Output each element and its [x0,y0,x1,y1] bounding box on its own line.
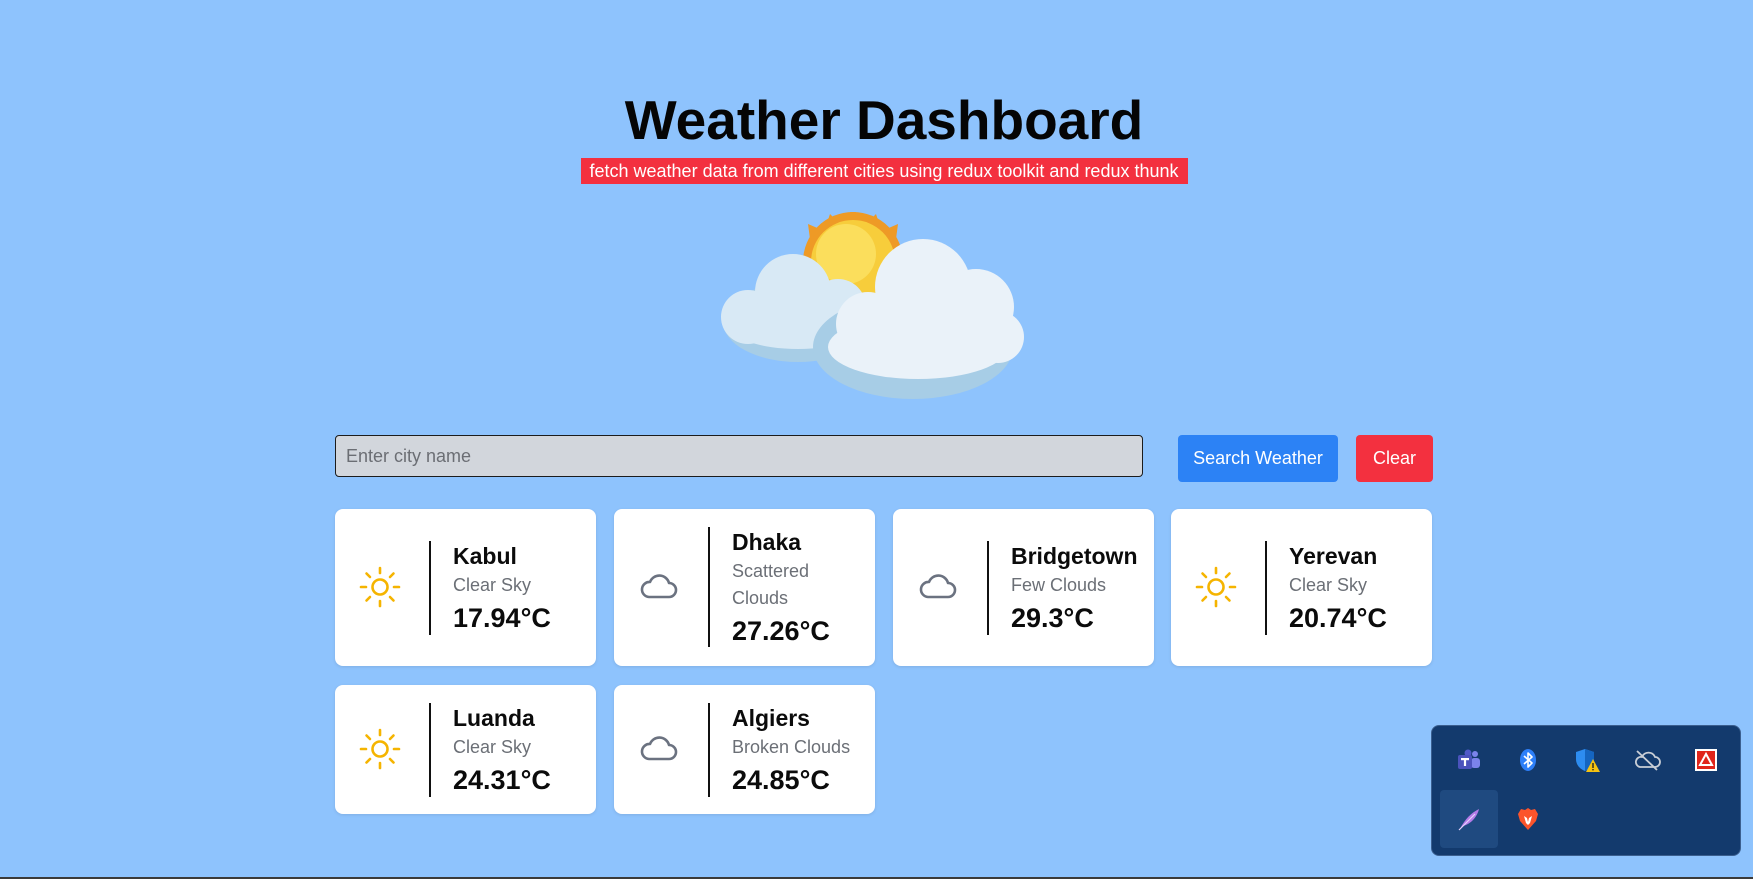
temperature: 29.3°C [1011,603,1094,633]
city-name: Luanda [453,705,535,731]
card-divider [429,703,431,797]
brave-icon[interactable] [1499,790,1557,848]
cloud-icon [919,574,957,599]
adobe-icon[interactable] [1677,731,1735,789]
page-subtitle: fetch weather data from different cities… [580,158,1188,184]
weather-card-luanda: Luanda Clear Sky 24.31°C [335,685,596,814]
card-divider [429,541,431,635]
cloud-icon [640,574,678,599]
city-name: Yerevan [1289,543,1378,569]
onedrive-icon[interactable] [1618,731,1676,789]
temperature: 24.85°C [732,765,830,795]
teams-icon[interactable] [1440,731,1498,789]
system-tray-overflow [1431,725,1741,856]
weather-card-yerevan: Yerevan Clear Sky 20.74°C [1171,509,1432,666]
clear-button[interactable]: Clear [1356,435,1433,482]
temperature: 20.74°C [1289,603,1387,633]
bluetooth-icon[interactable] [1499,731,1557,789]
weather-card-dhaka: Dhaka Scattered Clouds 27.26°C [614,509,875,666]
weather-description: Few Clouds [1011,575,1107,595]
temperature: 17.94°C [453,603,551,633]
weather-description: Clear Sky [1289,575,1368,595]
card-divider [708,703,710,797]
card-divider [1265,541,1267,635]
security-warning-icon[interactable] [1558,731,1616,789]
city-name: Dhaka [732,529,802,555]
city-search-input[interactable] [335,435,1143,477]
weather-description: Scattered Clouds [732,561,810,608]
weather-description: Clear Sky [453,575,532,595]
feather-icon[interactable] [1440,790,1498,848]
weather-dashboard-page: Weather Dashboard fetch weather data fro… [0,0,1753,879]
city-name: Kabul [453,543,517,569]
city-name: Algiers [732,705,810,731]
sun-icon [1195,566,1237,608]
weather-card-bridgetown: Bridgetown Few Clouds 29.3°C [893,509,1154,666]
card-divider [987,541,989,635]
sun-icon [359,728,401,770]
page-title: Weather Dashboard [624,89,1144,151]
weather-card-kabul: Kabul Clear Sky 17.94°C [335,509,596,666]
weather-description: Broken Clouds [732,737,851,757]
temperature: 24.31°C [453,765,551,795]
weather-description: Clear Sky [453,737,532,757]
weather-card-algiers: Algiers Broken Clouds 24.85°C [614,685,875,814]
sun-icon [359,566,401,608]
sun-cloud-illustration [721,212,1024,399]
city-name: Bridgetown [1011,543,1138,569]
temperature: 27.26°C [732,616,830,646]
card-divider [708,527,710,647]
cloud-icon [640,736,678,761]
search-weather-button[interactable]: Search Weather [1178,435,1338,482]
